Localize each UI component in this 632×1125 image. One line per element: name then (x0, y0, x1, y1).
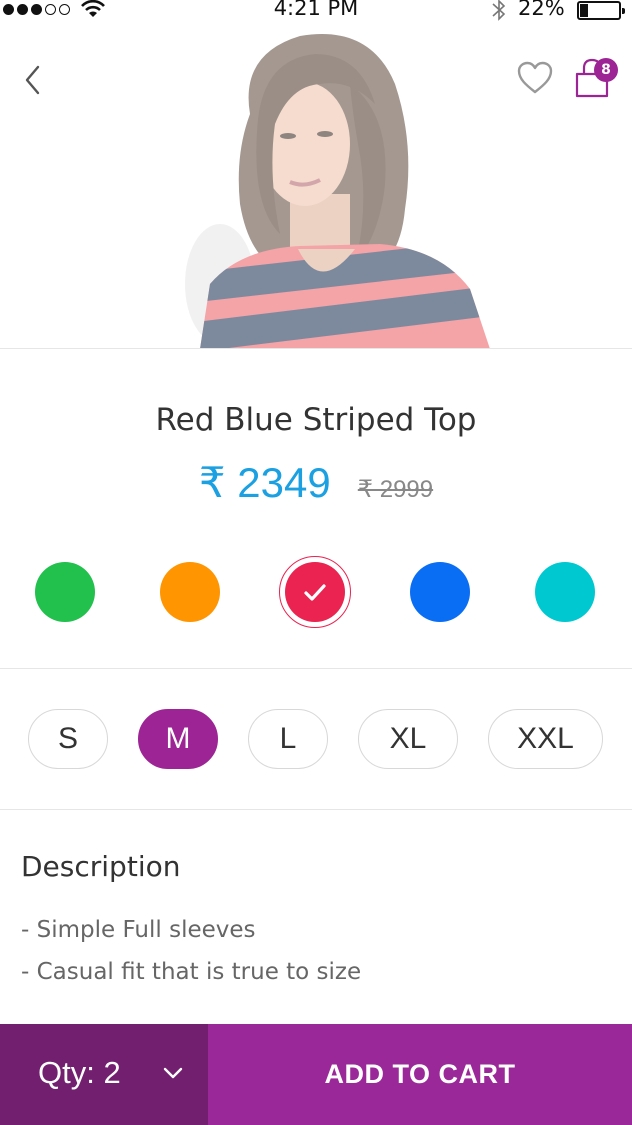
quantity-label: Qty: 2 (38, 1055, 121, 1090)
back-button[interactable] (18, 62, 50, 98)
heart-icon (517, 61, 553, 94)
cart-button[interactable]: 8 (572, 54, 620, 102)
size-selector: S M L XL XXL (0, 709, 632, 769)
chevron-left-icon (25, 65, 40, 95)
color-swatch-teal[interactable] (535, 562, 595, 622)
size-option-l[interactable]: L (248, 709, 328, 769)
cart-count-badge: 8 (594, 58, 618, 82)
divider (0, 668, 632, 669)
bluetooth-icon (492, 0, 506, 21)
checkmark-icon (304, 584, 326, 601)
color-swatch-green[interactable] (35, 562, 95, 622)
cart-action-bar: Qty: 2 ADD TO CART (0, 1024, 632, 1125)
wishlist-button[interactable] (516, 60, 554, 96)
description-item: - Simple Full sleeves (21, 917, 256, 943)
add-to-cart-button[interactable]: ADD TO CART (208, 1024, 632, 1125)
size-option-m[interactable]: M (138, 709, 218, 769)
battery-percent: 22% (518, 0, 565, 20)
description-heading: Description (21, 850, 181, 883)
price-row: ₹ 2349 ₹ 2999 (0, 458, 632, 507)
chevron-down-icon (163, 1067, 183, 1079)
quantity-dropdown[interactable]: Qty: 2 (0, 1024, 208, 1125)
color-swatch-blue[interactable] (410, 562, 470, 622)
size-option-xxl[interactable]: XXL (488, 709, 603, 769)
product-model-image (185, 34, 490, 348)
product-price: ₹ 2349 (198, 459, 331, 506)
original-price: ₹ 2999 (357, 476, 434, 503)
product-title: Red Blue Striped Top (155, 402, 477, 438)
description-list: - Simple Full sleeves - Casual fit that … (21, 909, 361, 993)
size-option-xl[interactable]: XL (358, 709, 458, 769)
status-bar: 4:21 PM 22% (0, 0, 632, 24)
size-option-s[interactable]: S (28, 709, 108, 769)
color-swatch-orange[interactable] (160, 562, 220, 622)
color-selector (0, 556, 632, 628)
product-hero: 8 (0, 24, 632, 349)
color-swatch-red[interactable] (279, 556, 351, 628)
description-item: - Casual fit that is true to size (21, 959, 362, 985)
battery-icon (577, 1, 625, 20)
divider (0, 809, 632, 810)
